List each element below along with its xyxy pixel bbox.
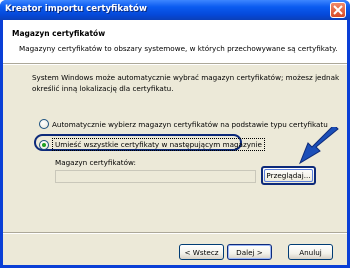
dialog-client-area: Magazyn certyfikatów Magazyny certyfikat… — [3, 20, 347, 265]
radio-manual-label: Umieść wszystkie certyfikaty w następują… — [52, 138, 265, 151]
title-bar[interactable]: Kreator importu certyfikatów — [0, 0, 350, 20]
radio-auto-label: Automatycznie wybierz magazyn certyfikat… — [52, 119, 328, 129]
store-label: Magazyn certyfikatów: — [55, 158, 136, 167]
browse-button-label: Przeglądaj... — [264, 169, 313, 182]
radio-auto-select[interactable]: Automatycznie wybierz magazyn certyfikat… — [39, 119, 328, 129]
arrow-icon — [298, 127, 339, 165]
cancel-button[interactable]: Anuluj — [288, 244, 333, 260]
close-icon — [333, 5, 343, 15]
close-button[interactable] — [330, 2, 346, 18]
next-button[interactable]: Dalej > — [227, 244, 272, 260]
window-title: Kreator importu certyfikatów — [5, 4, 147, 14]
wizard-header: Magazyn certyfikatów Magazyny certyfikat… — [3, 20, 347, 63]
page-title: Magazyn certyfikatów — [12, 29, 106, 38]
radio-manual-store[interactable]: Umieść wszystkie certyfikaty w następują… — [39, 138, 265, 151]
page-description: Magazyny certyfikatów to obszary systemo… — [19, 44, 338, 53]
radio-button-unchecked[interactable] — [39, 119, 49, 129]
dialog-window: Kreator importu certyfikatów Magazyn cer… — [0, 0, 350, 268]
footer-divider — [3, 232, 347, 234]
back-button[interactable]: < Wstecz — [179, 244, 224, 260]
intro-text: System Windows może automatycznie wybrać… — [32, 73, 340, 93]
header-divider — [3, 63, 347, 65]
radio-button-checked[interactable] — [39, 139, 49, 150]
store-field[interactable] — [55, 170, 256, 183]
browse-button[interactable]: Przeglądaj... — [261, 166, 316, 185]
